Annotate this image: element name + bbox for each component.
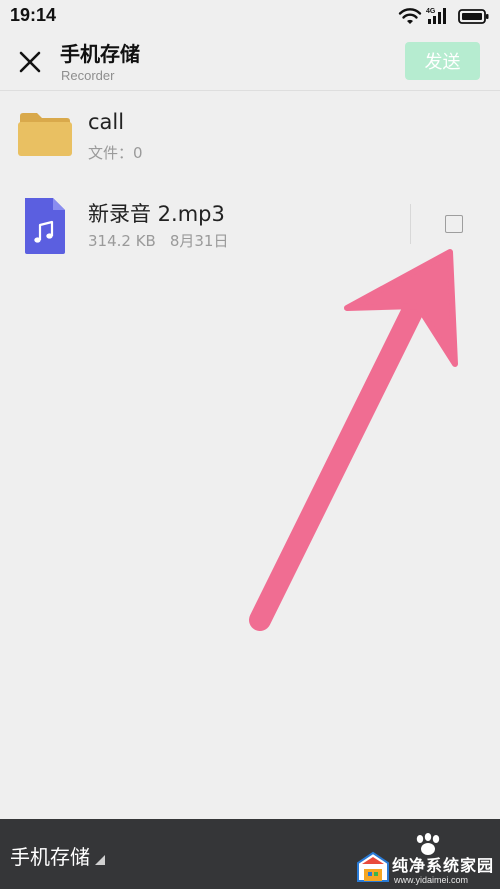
- watermark-title: 纯净系统家园: [392, 856, 495, 875]
- storage-label: 手机存储: [10, 844, 90, 869]
- close-icon: [19, 51, 41, 73]
- row-divider: [410, 204, 411, 244]
- header: 手机存储 Recorder 发送: [0, 32, 500, 91]
- send-button[interactable]: 发送: [405, 42, 480, 80]
- folder-meta: 文件：0: [88, 142, 143, 163]
- status-icons: 4G: [398, 4, 490, 28]
- list-item-folder[interactable]: call 文件：0: [0, 92, 500, 182]
- list-item-file[interactable]: 新录音 2.mp3 314.2 KB 8月31日: [0, 180, 500, 270]
- status-bar: 19:14 4G: [0, 0, 500, 32]
- dropdown-caret-icon: [95, 855, 105, 865]
- file-size: 314.2 KB: [88, 232, 156, 250]
- folder-file-count: 文件：0: [88, 144, 143, 162]
- watermark-url: www.yidaimei.com: [394, 875, 469, 885]
- watermark-logo-icon: [357, 851, 389, 882]
- close-button[interactable]: [14, 46, 46, 78]
- page-subtitle: Recorder: [61, 68, 115, 83]
- folder-icon: [18, 113, 72, 156]
- file-date: 8月31日: [169, 232, 229, 250]
- file-meta: 314.2 KB 8月31日: [88, 230, 228, 251]
- battery-icon: [458, 9, 489, 24]
- cellular-signal-icon: 4G: [426, 8, 446, 24]
- file-name: 新录音 2.mp3: [88, 202, 225, 226]
- watermark: 纯净系统家园 www.yidaimei.com: [356, 851, 500, 889]
- network-label: 4G: [426, 8, 436, 15]
- status-time: 19:14: [10, 5, 57, 25]
- page-title: 手机存储: [60, 42, 140, 66]
- wifi-icon: [398, 8, 422, 24]
- folder-name: call: [88, 110, 125, 134]
- file-select-checkbox[interactable]: [445, 215, 463, 233]
- storage-selector[interactable]: 手机存储: [10, 841, 106, 869]
- music-file-icon: [25, 198, 65, 254]
